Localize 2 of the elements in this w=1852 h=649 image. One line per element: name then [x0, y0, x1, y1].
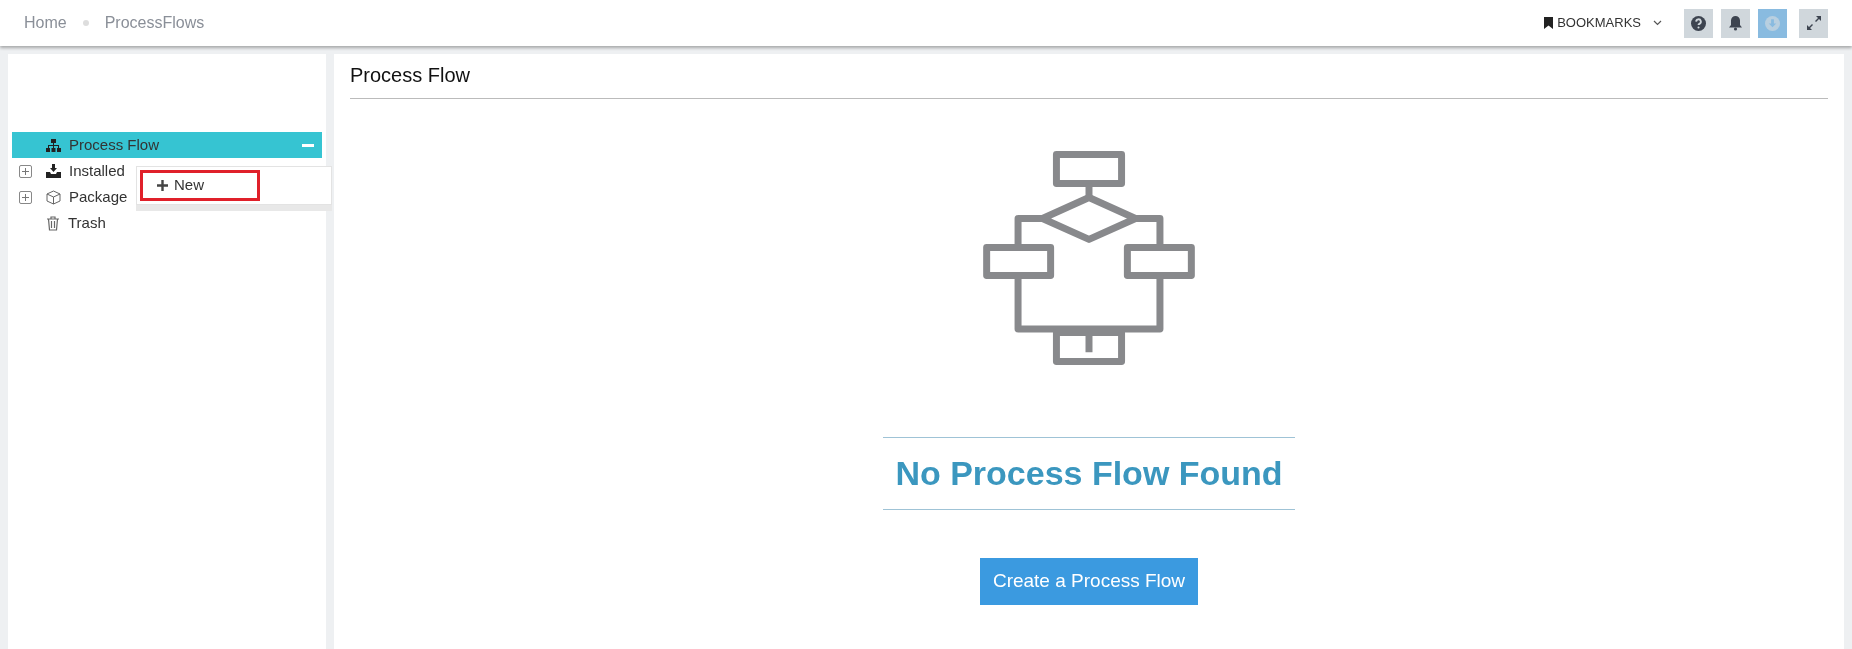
page-title: Process Flow	[350, 54, 1828, 99]
empty-state-message: No Process Flow Found	[883, 437, 1295, 510]
